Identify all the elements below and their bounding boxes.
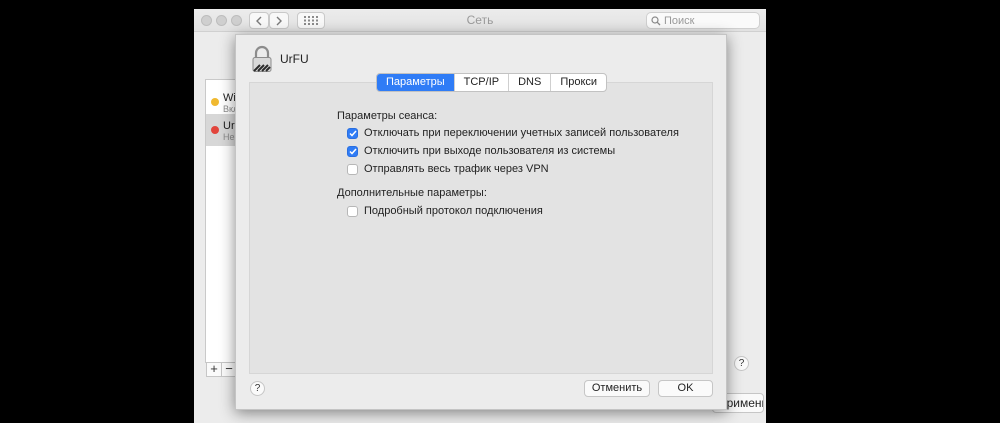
option-disconnect-on-logout[interactable]: Отключить при выходе пользователя из сис… <box>347 144 615 158</box>
tab-tcpip[interactable]: TCP/IP <box>455 74 510 91</box>
status-dot-icon <box>211 126 219 134</box>
tab-dns[interactable]: DNS <box>509 74 552 91</box>
service-name: Ur <box>223 120 235 132</box>
search-field[interactable] <box>646 12 760 29</box>
checkbox-unchecked[interactable] <box>347 163 358 175</box>
tab-bar: Параметры TCP/IP DNS Прокси <box>376 73 608 92</box>
status-dot-icon <box>211 98 219 106</box>
option-verbose-logging[interactable]: Подробный протокол подключения <box>347 204 543 218</box>
add-service-button[interactable]: + <box>206 362 222 377</box>
service-name: Wi <box>223 92 236 104</box>
advanced-section-label: Дополнительные параметры: <box>337 187 487 199</box>
session-section-label: Параметры сеанса: <box>337 110 438 122</box>
tab-content-panel: Параметры сеанса: Отключать при переключ… <box>249 82 713 374</box>
vpn-advanced-sheet: UrFU Параметры сеанса: Отключать при пер… <box>235 34 727 410</box>
sheet-title: UrFU <box>280 52 309 66</box>
checkmark-icon <box>348 130 357 137</box>
option-label: Отключить при выходе пользователя из сис… <box>364 145 616 157</box>
titlebar: Сеть <box>194 9 766 32</box>
checkmark-icon <box>348 148 357 155</box>
checkbox-checked[interactable] <box>347 145 358 157</box>
tab-options[interactable]: Параметры <box>377 74 455 91</box>
option-disconnect-on-switch-user[interactable]: Отключать при переключении учетных запис… <box>347 126 679 140</box>
option-send-all-traffic-vpn[interactable]: Отправлять весь трафик через VPN <box>347 162 549 176</box>
tab-proxies[interactable]: Прокси <box>551 74 606 91</box>
option-label: Отправлять весь трафик через VPN <box>364 163 549 175</box>
help-button[interactable]: ? <box>734 356 749 371</box>
checkbox-checked[interactable] <box>347 127 358 139</box>
search-icon <box>651 15 661 25</box>
option-label: Подробный протокол подключения <box>364 205 543 217</box>
vpn-lock-icon <box>252 45 272 72</box>
ok-button[interactable]: OK <box>658 380 713 397</box>
checkbox-unchecked[interactable] <box>347 205 358 217</box>
cancel-button[interactable]: Отменить <box>584 380 650 397</box>
search-input[interactable] <box>661 14 756 27</box>
service-status: Не <box>223 132 235 142</box>
option-label: Отключать при переключении учетных запис… <box>364 127 679 139</box>
sheet-help-button[interactable]: ? <box>250 381 265 396</box>
